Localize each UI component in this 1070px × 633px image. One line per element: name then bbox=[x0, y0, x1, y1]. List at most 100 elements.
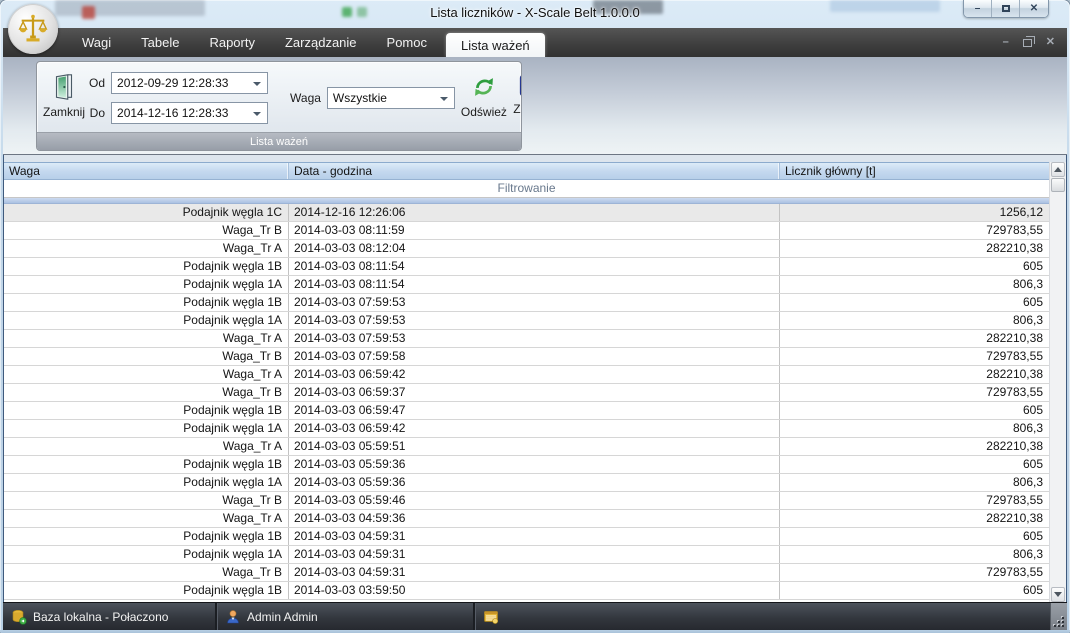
table-row[interactable]: Podajnik węgla 1C2014-12-16 12:26:061256… bbox=[4, 204, 1049, 222]
table-row[interactable]: Podajnik węgla 1A2014-03-03 05:59:36806,… bbox=[4, 474, 1049, 492]
arrow-down-icon bbox=[1054, 592, 1062, 597]
table-row[interactable]: Podajnik węgla 1A2014-03-03 06:59:42806,… bbox=[4, 420, 1049, 438]
odswiez-button[interactable]: Odśwież bbox=[461, 66, 507, 130]
mdi-window-controls: – ✕ bbox=[1003, 28, 1055, 57]
table-row[interactable]: Waga_Tr B2014-03-03 05:59:46729783,55 bbox=[4, 492, 1049, 510]
report-status[interactable] bbox=[475, 603, 507, 630]
window-controls: – ✕ bbox=[963, 0, 1049, 18]
table-row[interactable]: Waga_Tr A2014-03-03 05:59:51282210,38 bbox=[4, 438, 1049, 456]
cell-waga: Podajnik węgla 1A bbox=[4, 312, 289, 329]
cell-data: 2014-03-03 06:59:42 bbox=[289, 420, 780, 437]
close-button[interactable]: ✕ bbox=[1020, 0, 1048, 17]
cell-waga: Podajnik węgla 1A bbox=[4, 420, 289, 437]
report-list-icon bbox=[483, 609, 499, 625]
minimize-button[interactable]: – bbox=[964, 0, 992, 17]
cell-data: 2014-03-03 08:11:54 bbox=[289, 258, 780, 275]
cell-waga: Waga_Tr A bbox=[4, 366, 289, 383]
scrollbar-track[interactable] bbox=[1050, 193, 1066, 587]
mdi-close-button[interactable]: ✕ bbox=[1046, 37, 1055, 48]
minimize-icon: – bbox=[975, 3, 981, 14]
menu-item-zarządzanie[interactable]: Zarządzanie bbox=[270, 28, 372, 57]
cell-data: 2014-03-03 03:59:50 bbox=[289, 582, 780, 599]
table-row[interactable]: Waga_Tr B2014-03-03 08:11:59729783,55 bbox=[4, 222, 1049, 240]
scroll-up-button[interactable] bbox=[1051, 162, 1065, 177]
cell-data: 2014-03-03 04:59:31 bbox=[289, 546, 780, 563]
scroll-down-button[interactable] bbox=[1051, 587, 1065, 602]
cell-waga: Podajnik węgla 1A bbox=[4, 474, 289, 491]
waga-combobox[interactable]: Wszystkie bbox=[327, 87, 455, 109]
cell-data: 2014-03-03 06:59:47 bbox=[289, 402, 780, 419]
cell-licznik: 605 bbox=[780, 402, 1049, 419]
window-title: Lista liczników - X-Scale Belt 1.0.0.0 bbox=[0, 5, 1070, 20]
cell-waga: Podajnik węgla 1B bbox=[4, 402, 289, 419]
menu-item-pomoc[interactable]: Pomoc bbox=[372, 28, 442, 57]
cell-licznik: 282210,38 bbox=[780, 438, 1049, 455]
table-row[interactable]: Waga_Tr B2014-03-03 06:59:37729783,55 bbox=[4, 384, 1049, 402]
cell-data: 2014-03-03 08:12:04 bbox=[289, 240, 780, 257]
table-row[interactable]: Podajnik węgla 1B2014-03-03 03:59:50605 bbox=[4, 582, 1049, 600]
connection-label: Baza lokalna - Połaczono bbox=[33, 610, 168, 624]
column-header[interactable]: Data - godzina bbox=[289, 163, 780, 179]
table-row[interactable]: Podajnik węgla 1B2014-03-03 06:59:47605 bbox=[4, 402, 1049, 420]
do-date-combobox[interactable]: 2014-12-16 12:28:33 bbox=[111, 102, 268, 124]
scrollbar-thumb[interactable] bbox=[1051, 178, 1065, 192]
menu-item-raporty[interactable]: Raporty bbox=[194, 28, 270, 57]
cell-licznik: 282210,38 bbox=[780, 510, 1049, 527]
content-area: WagaData - godzinaLicznik główny [t] Fil… bbox=[3, 155, 1067, 602]
table-row[interactable]: Waga_Tr B2014-03-03 04:59:31729783,55 bbox=[4, 564, 1049, 582]
filter-row[interactable]: Filtrowanie bbox=[4, 180, 1049, 198]
column-header[interactable]: Licznik główny [t] bbox=[780, 163, 1049, 179]
table-row[interactable]: Waga_Tr A2014-03-03 07:59:53282210,38 bbox=[4, 330, 1049, 348]
zamknij-label: Zamknij bbox=[43, 105, 85, 119]
zapisz-liste-label: Zapisz listę bbox=[507, 102, 522, 130]
tab-lista-wazen[interactable]: Lista ważeń bbox=[446, 33, 545, 57]
table-row[interactable]: Waga_Tr A2014-03-03 08:12:04282210,38 bbox=[4, 240, 1049, 258]
table-row[interactable]: Podajnik węgla 1A2014-03-03 08:11:54806,… bbox=[4, 276, 1049, 294]
table-row[interactable]: Waga_Tr B2014-03-03 07:59:58729783,55 bbox=[4, 348, 1049, 366]
vertical-scrollbar[interactable] bbox=[1049, 162, 1066, 602]
od-date-value: 2012-09-29 12:28:33 bbox=[117, 76, 228, 90]
menu-item-wagi[interactable]: Wagi bbox=[67, 28, 126, 57]
cell-waga: Waga_Tr A bbox=[4, 510, 289, 527]
cell-data: 2014-03-03 05:59:46 bbox=[289, 492, 780, 509]
table-row[interactable]: Waga_Tr A2014-03-03 04:59:36282210,38 bbox=[4, 510, 1049, 528]
ribbon-group-caption: Lista ważeń bbox=[37, 132, 521, 151]
cell-licznik: 605 bbox=[780, 582, 1049, 599]
cell-data: 2014-03-03 05:59:51 bbox=[289, 438, 780, 455]
zamknij-button[interactable]: Zamknij bbox=[43, 66, 85, 130]
cell-data: 2014-03-03 06:59:42 bbox=[289, 366, 780, 383]
mdi-restore-button[interactable] bbox=[1023, 39, 1032, 47]
app-logo[interactable] bbox=[8, 4, 58, 54]
cell-licznik: 806,3 bbox=[780, 420, 1049, 437]
restore-icon bbox=[1002, 5, 1010, 12]
resize-grip[interactable] bbox=[1050, 603, 1067, 630]
cell-licznik: 282210,38 bbox=[780, 330, 1049, 347]
table-row[interactable]: Podajnik węgla 1B2014-03-03 08:11:54605 bbox=[4, 258, 1049, 276]
restore-button[interactable] bbox=[992, 0, 1020, 17]
user-label: Admin Admin bbox=[247, 610, 318, 624]
weighings-grid: WagaData - godzinaLicznik główny [t] Fil… bbox=[4, 162, 1049, 602]
cell-waga: Waga_Tr A bbox=[4, 438, 289, 455]
mdi-minimize-button[interactable]: – bbox=[1003, 37, 1009, 48]
cell-licznik: 806,3 bbox=[780, 312, 1049, 329]
ribbon-group-lista-wazen: Zamknij Od 2012-09-29 12:28:33 Do bbox=[36, 61, 522, 151]
cell-waga: Podajnik węgla 1B bbox=[4, 528, 289, 545]
table-row[interactable]: Podajnik węgla 1B2014-03-03 07:59:53605 bbox=[4, 294, 1049, 312]
chevron-down-icon bbox=[440, 97, 448, 101]
cell-licznik: 729783,55 bbox=[780, 384, 1049, 401]
menu-item-tabele[interactable]: Tabele bbox=[126, 28, 194, 57]
title-bar[interactable]: Lista liczników - X-Scale Belt 1.0.0.0 –… bbox=[0, 0, 1070, 28]
cell-waga: Podajnik węgla 1C bbox=[4, 204, 289, 221]
table-row[interactable]: Podajnik węgla 1B2014-03-03 04:59:31605 bbox=[4, 528, 1049, 546]
table-row[interactable]: Podajnik węgla 1A2014-03-03 07:59:53806,… bbox=[4, 312, 1049, 330]
zapisz-liste-button[interactable]: Zapisz listę bbox=[507, 66, 522, 130]
cell-waga: Waga_Tr B bbox=[4, 492, 289, 509]
table-row[interactable]: Podajnik węgla 1A2014-03-03 04:59:31806,… bbox=[4, 546, 1049, 564]
table-row[interactable]: Podajnik węgla 1B2014-03-03 05:59:36605 bbox=[4, 456, 1049, 474]
cell-data: 2014-03-03 04:59:36 bbox=[289, 510, 780, 527]
od-date-combobox[interactable]: 2012-09-29 12:28:33 bbox=[111, 72, 268, 94]
cell-waga: Podajnik węgla 1B bbox=[4, 294, 289, 311]
cell-waga: Podajnik węgla 1B bbox=[4, 582, 289, 599]
table-row[interactable]: Waga_Tr A2014-03-03 06:59:42282210,38 bbox=[4, 366, 1049, 384]
column-header[interactable]: Waga bbox=[4, 163, 289, 179]
